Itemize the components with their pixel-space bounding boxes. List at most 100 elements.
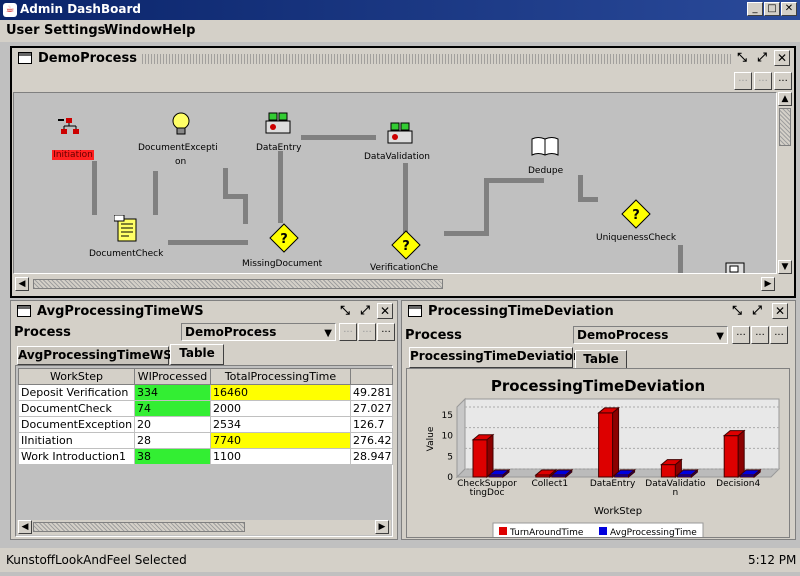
minimize-button[interactable]: _ bbox=[747, 2, 763, 16]
cell-total[interactable]: 16460 bbox=[210, 384, 351, 401]
col-header-wiprocessed[interactable]: WIProcessed bbox=[134, 368, 211, 385]
node-label-initiation[interactable]: Initiation bbox=[52, 150, 94, 160]
process-select[interactable]: DemoProcess ▼ bbox=[181, 323, 336, 341]
window-title-bar: ☕ Admin DashBoard _ □ ✕ bbox=[0, 0, 800, 20]
frame-close-button[interactable]: ✕ bbox=[772, 303, 788, 319]
frame-maximize-button[interactable]: ⤢ bbox=[357, 303, 373, 319]
tab-deviation-chart[interactable]: ProcessingTimeDeviation bbox=[409, 347, 581, 368]
connector bbox=[301, 135, 376, 140]
process-select[interactable]: DemoProcess ▼ bbox=[573, 326, 728, 344]
toolbar-button-2[interactable]: ... bbox=[754, 72, 772, 90]
table-row[interactable]: Deposit Verification 334 16460 49.2814 bbox=[18, 384, 393, 401]
cell-wiprocessed[interactable]: 28 bbox=[134, 432, 211, 449]
diagram-vertical-scrollbar[interactable]: ▲ ▼ bbox=[777, 92, 793, 276]
tab-table[interactable]: Table bbox=[170, 344, 224, 365]
node-label-document-exception[interactable]: DocumentExcepti bbox=[138, 143, 218, 153]
node-label-dedupe[interactable]: Dedupe bbox=[528, 166, 563, 176]
cell-workstep[interactable]: Work Introduction1 bbox=[18, 448, 135, 465]
table-horizontal-scrollbar[interactable]: ◀ ▶ bbox=[17, 520, 391, 535]
frame-close-button[interactable]: ✕ bbox=[377, 303, 393, 319]
frame-iconify-button[interactable]: ⤡ bbox=[337, 303, 353, 319]
toolbar-button-3[interactable]: ... bbox=[774, 72, 792, 90]
tab-table[interactable]: Table bbox=[575, 350, 627, 369]
connector bbox=[578, 197, 598, 202]
table-row[interactable]: DocumentException 20 2534 126.7 bbox=[18, 416, 393, 433]
process-select-value: DemoProcess bbox=[185, 325, 277, 339]
scroll-down-button[interactable]: ▼ bbox=[778, 260, 792, 274]
cell-total[interactable]: 2000 bbox=[210, 400, 351, 417]
menu-window[interactable]: Window bbox=[104, 23, 162, 38]
close-button[interactable]: ✕ bbox=[781, 2, 797, 16]
menu-settings[interactable]: Settings bbox=[44, 23, 105, 38]
y-tick-label: 0 bbox=[447, 473, 453, 483]
menu-help[interactable]: Help bbox=[162, 23, 195, 38]
diagram-horizontal-scrollbar[interactable]: ◀ ▶ bbox=[13, 276, 777, 292]
frame-close-button[interactable]: ✕ bbox=[774, 50, 790, 66]
process-diagram[interactable]: Initiation DocumentExcepti on DataEntry … bbox=[13, 92, 777, 274]
node-label-data-entry[interactable]: DataEntry bbox=[256, 143, 301, 153]
connector bbox=[243, 194, 248, 224]
cell-total[interactable]: 2534 bbox=[210, 416, 351, 433]
node-label-missing-document[interactable]: MissingDocument bbox=[242, 259, 322, 269]
dots-button-3[interactable]: ... bbox=[377, 323, 395, 341]
y-tick-label: 15 bbox=[442, 411, 453, 421]
cell-workstep[interactable]: DocumentException bbox=[18, 416, 135, 433]
status-text: KunstoffLookAndFeel Selected bbox=[6, 553, 187, 567]
deviation-title: ProcessingTimeDeviation bbox=[428, 304, 614, 319]
frame-maximize-button[interactable]: ⤢ bbox=[754, 50, 770, 66]
col-header-avg[interactable] bbox=[350, 368, 393, 385]
table-row[interactable]: Work Introduction1 38 1100 28.9473 bbox=[18, 448, 393, 465]
scroll-left-button[interactable]: ◀ bbox=[18, 520, 32, 534]
table-row[interactable]: IInitiation 28 7740 276.428 bbox=[18, 432, 393, 449]
dots-button-3[interactable]: ... bbox=[770, 326, 788, 344]
cell-wiprocessed[interactable]: 20 bbox=[134, 416, 211, 433]
node-label-verification-check[interactable]: VerificationChe bbox=[370, 263, 438, 273]
scroll-right-button[interactable]: ▶ bbox=[761, 277, 775, 291]
scroll-thumb[interactable] bbox=[779, 108, 791, 146]
col-header-workstep[interactable]: WorkStep bbox=[18, 368, 135, 385]
maximize-button[interactable]: □ bbox=[764, 2, 780, 16]
table-row[interactable]: DocumentCheck 74 2000 27.0270 bbox=[18, 400, 393, 417]
toolbar-button-1[interactable]: ... bbox=[734, 72, 752, 90]
x-tick-label: n bbox=[673, 488, 679, 498]
node-label-data-validation[interactable]: DataValidation bbox=[364, 152, 430, 162]
dots-button-1[interactable]: ... bbox=[339, 323, 357, 341]
cell-wiprocessed[interactable]: 334 bbox=[134, 384, 211, 401]
frame-maximize-button[interactable]: ⤢ bbox=[749, 303, 765, 319]
scroll-up-button[interactable]: ▲ bbox=[778, 92, 792, 106]
x-tick-label: DataEntry bbox=[590, 479, 636, 489]
cell-avg[interactable]: 126.7 bbox=[350, 416, 393, 433]
scroll-right-button[interactable]: ▶ bbox=[375, 520, 389, 534]
dots-button-2[interactable]: ... bbox=[751, 326, 769, 344]
connector bbox=[678, 245, 683, 273]
dots-button-2[interactable]: ... bbox=[358, 323, 376, 341]
scroll-thumb[interactable] bbox=[33, 279, 443, 289]
legend-label: AvgProcessingTime bbox=[610, 528, 697, 537]
col-header-totalprocessingtime[interactable]: TotalProcessingTime bbox=[210, 368, 351, 385]
tab-avg-processing-chart[interactable]: AvgProcessingTimeWS bbox=[17, 346, 172, 365]
menu-user[interactable]: User bbox=[6, 23, 40, 38]
cell-avg[interactable]: 27.0270 bbox=[350, 400, 393, 417]
cell-workstep[interactable]: DocumentCheck bbox=[18, 400, 135, 417]
cell-wiprocessed[interactable]: 74 bbox=[134, 400, 211, 417]
cell-total[interactable]: 1100 bbox=[210, 448, 351, 465]
frame-icon bbox=[18, 52, 32, 64]
frame-icon bbox=[17, 305, 31, 317]
cell-wiprocessed[interactable]: 38 bbox=[134, 448, 211, 465]
scroll-thumb[interactable] bbox=[33, 522, 245, 532]
cell-workstep[interactable]: Deposit Verification bbox=[18, 384, 135, 401]
node-label-uniqueness-check[interactable]: UniquenessCheck bbox=[596, 233, 676, 243]
cell-avg[interactable]: 276.428 bbox=[350, 432, 393, 449]
frame-iconify-button[interactable]: ⤡ bbox=[729, 303, 745, 319]
demo-process-title-bar: DemoProcess ⤡ ⤢ ✕ bbox=[12, 48, 794, 70]
node-label-document-check[interactable]: DocumentCheck bbox=[89, 249, 163, 259]
cell-avg[interactable]: 28.9473 bbox=[350, 448, 393, 465]
title-grip bbox=[142, 54, 732, 64]
frame-iconify-button[interactable]: ⤡ bbox=[734, 50, 750, 66]
cell-workstep[interactable]: IInitiation bbox=[18, 432, 135, 449]
connector bbox=[403, 163, 408, 233]
cell-avg[interactable]: 49.2814 bbox=[350, 384, 393, 401]
cell-total[interactable]: 7740 bbox=[210, 432, 351, 449]
scroll-left-button[interactable]: ◀ bbox=[15, 277, 29, 291]
dots-button-1[interactable]: ... bbox=[732, 326, 750, 344]
